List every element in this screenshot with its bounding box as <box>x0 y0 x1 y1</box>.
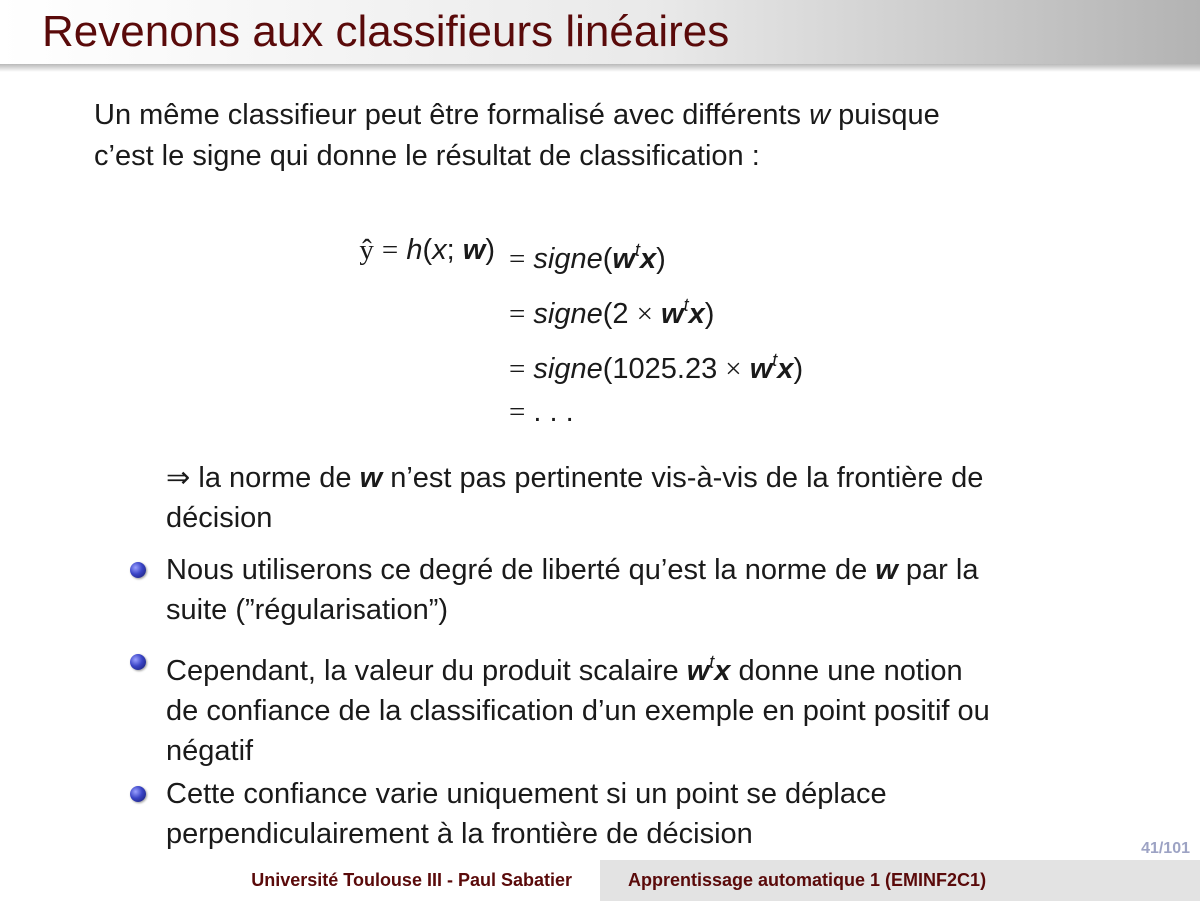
bullet-3-line-1: Cette confiance varie uniquement si un p… <box>166 778 887 810</box>
intro-text-2: puisque <box>830 99 940 131</box>
bullet-item-3: Cette confiance varie uniquement si un p… <box>130 774 1125 854</box>
bullet-icon <box>130 562 146 578</box>
implies-arrow-icon: ⇒ <box>166 462 191 494</box>
bullet-2-line-3: négatif <box>166 735 254 767</box>
bullet-item-2: Cependant, la valeur du produit scalaire… <box>130 642 1125 771</box>
bullet-2-text-1: Cependant, la valeur du produit scalaire <box>166 655 687 687</box>
implication-text-2: n’est pas pertinente vis-à-vis de la fro… <box>382 462 984 494</box>
bullet-item-1: Nous utiliserons ce degré de liberté qu’… <box>130 550 1125 630</box>
footer-institution: Université Toulouse III - Paul Sabatier <box>0 860 600 901</box>
bullet-icon <box>130 654 146 670</box>
implication-paragraph: ⇒ la norme de w n’est pas pertinente vis… <box>166 458 1126 538</box>
bullet-2-line-2: de confiance de la classification d’un e… <box>166 695 990 727</box>
intro-line-2: c’est le signe qui donne le résultat de … <box>94 140 760 172</box>
intro-text-1: Un même classifieur peut être formalisé … <box>94 99 810 131</box>
implication-line-2: décision <box>166 502 273 534</box>
bullet-1-var-w: w <box>875 554 898 586</box>
intro-paragraph: Un même classifieur peut être formalisé … <box>94 95 1134 177</box>
implication-var-w: w <box>359 462 383 494</box>
slide-title: Revenons aux classifieurs linéaires <box>42 7 730 56</box>
footer: Université Toulouse III - Paul Sabatier … <box>0 860 1200 901</box>
implication-text-1: la norme de <box>190 462 360 494</box>
page-number: 41/101 <box>1141 840 1190 857</box>
bullet-2-line-1: Cependant, la valeur du produit scalaire… <box>166 642 1125 691</box>
bullet-1-text-2: par la <box>897 554 979 586</box>
equation-line-2: = signe(2 × wtx) <box>509 295 715 330</box>
intro-line-1: Un même classifieur peut être formalisé … <box>94 95 1134 136</box>
bullet-icon <box>130 786 146 802</box>
bullet-2-var-w: w <box>686 655 710 687</box>
implication-line-1: ⇒ la norme de w n’est pas pertinente vis… <box>166 458 1126 498</box>
footer-course: Apprentissage automatique 1 (EMINF2C1) <box>600 860 1200 901</box>
equation-line-3: = signe(1025.23 × wtx) <box>509 350 804 385</box>
title-shadow <box>0 64 1200 72</box>
bullet-3-line-2: perpendiculairement à la frontière de dé… <box>166 818 753 850</box>
equation-line-1: = signe(wtx) <box>509 240 666 275</box>
bullet-2-text-2: donne une notion <box>730 655 963 687</box>
bullet-1-text-1: Nous utiliserons ce degré de liberté qu’… <box>166 554 876 586</box>
equation-lhs: ŷ = h(x; w) <box>359 234 495 266</box>
bullet-1-line-1: Nous utiliserons ce degré de liberté qu’… <box>166 550 1125 590</box>
intro-var-w: w <box>809 99 831 131</box>
bullet-1-line-2: suite (”régularisation”) <box>166 594 449 626</box>
bullet-2-var-x: x <box>714 655 731 687</box>
equation-line-4: = . . . <box>509 396 574 428</box>
